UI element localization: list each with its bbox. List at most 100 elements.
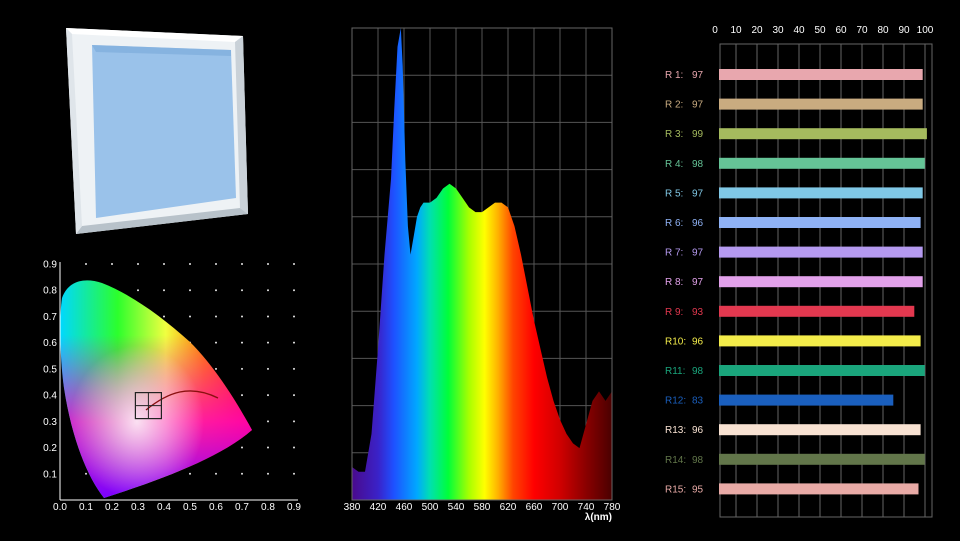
cie-grid-dot [267, 394, 269, 397]
cie-grid-dot [293, 341, 295, 344]
cri-value-label: 96 [692, 336, 704, 347]
cri-axis-tick: 20 [751, 25, 763, 36]
cie-x-tick: 0.2 [105, 502, 119, 513]
cri-category-label: R13: [665, 425, 686, 436]
spectrum-x-tick: 380 [344, 502, 361, 513]
cie-x-tick-labels: 0.0 0.1 0.2 0.3 0.4 0.5 0.6 0.7 0.8 0.9 [53, 502, 301, 513]
cie-grid-dot [267, 420, 269, 423]
cri-value-label: 97 [692, 100, 704, 111]
cie-y-tick: 0.3 [43, 417, 57, 428]
cie-x-tick: 0.7 [235, 502, 249, 513]
spectrum-chart: 380 420 460 500 540 580 620 660 700 740 780 λ(nm) [344, 27, 621, 523]
cri-value-label: 98 [692, 455, 704, 466]
cri-bar [719, 483, 919, 495]
cri-axis-tick: 60 [835, 25, 847, 36]
cie-grid-dot [267, 315, 269, 318]
cie-grid-dot [293, 446, 295, 449]
cie-x-tick: 0.0 [53, 502, 67, 513]
cri-value-label: 98 [692, 366, 704, 377]
cie-y-tick: 0.6 [43, 338, 57, 349]
cie-grid-dot [137, 263, 139, 265]
cie-grid-dot [241, 446, 243, 449]
cri-bar [719, 128, 927, 140]
cri-value-label: 97 [692, 70, 704, 81]
cie-x-tick: 0.8 [261, 502, 275, 513]
spectrum-x-tick: 460 [396, 502, 413, 513]
cie-x-tick: 0.4 [157, 502, 171, 513]
cie-grid-dot [215, 315, 217, 318]
spectrum-x-tick: 500 [422, 502, 439, 513]
cie-y-tick: 0.5 [43, 364, 57, 375]
cie-grid-dot [241, 394, 243, 397]
cri-category-label: R 1: [665, 70, 683, 81]
cie-grid-dot [137, 289, 139, 292]
cie-grid-dot [267, 446, 269, 449]
cie-grid-dot [267, 263, 269, 265]
spectrum-x-tick: 420 [370, 502, 387, 513]
cri-value-label: 97 [692, 188, 704, 199]
cie-x-tick: 0.3 [131, 502, 145, 513]
cie-grid-dot [111, 263, 113, 265]
cri-bar [719, 98, 923, 110]
cri-bar [719, 187, 923, 199]
cri-value-label: 93 [692, 307, 704, 318]
cri-bar [719, 276, 923, 288]
cie-grid-dot [215, 289, 217, 292]
cie-grid-dot [293, 289, 295, 292]
cri-axis-tick: 10 [730, 25, 742, 36]
cri-bar [719, 453, 925, 465]
cie-grid-dot [189, 263, 191, 265]
cri-bar [719, 394, 894, 406]
cri-value-label: 99 [692, 129, 704, 140]
cie-grid-dot [293, 263, 295, 265]
cri-category-label: R 4: [665, 159, 683, 170]
cie-y-tick: 0.9 [43, 260, 57, 271]
cri-bar [719, 365, 925, 376]
cie-grid-dot [293, 367, 295, 370]
cie-grid-dot [163, 289, 165, 292]
cri-category-label: R12: [665, 396, 686, 407]
spectrum-x-tick: 620 [500, 502, 517, 513]
cie-y-tick: 0.2 [43, 443, 57, 454]
cie-grid-dot [241, 263, 243, 265]
cri-category-label: R 6: [665, 218, 683, 229]
cie-x-tick: 0.9 [287, 502, 301, 513]
cie-grid-dot [215, 367, 217, 370]
cri-axis-tick: 70 [856, 25, 868, 36]
cie-grid-dot [215, 472, 217, 475]
cri-bar [719, 69, 923, 80]
spectrum-x-tick: 580 [474, 502, 491, 513]
spectrum-x-axis-label: λ(nm) [585, 512, 612, 523]
cie-grid-dot [241, 341, 243, 344]
cie-grid-dot [267, 472, 269, 475]
cri-category-label: R15: [665, 484, 686, 495]
cie-grid-dot [267, 289, 269, 292]
cie-grid-dot [215, 263, 217, 265]
cie-grid-dot [293, 315, 295, 318]
cri-labels: R 1: 97 R 2: 97 R 3: 99 R 4: 98 R 5: 97 R 6: 96 R 7:… [665, 70, 704, 495]
cri-value-label: 96 [692, 425, 704, 436]
spectrum-x-tick: 540 [448, 502, 465, 513]
cie-y-tick: 0.1 [43, 469, 57, 480]
cri-axis-tick: 50 [814, 25, 826, 36]
cri-category-label: R 9: [665, 307, 683, 318]
cie-y-tick-labels: 0.1 0.2 0.3 0.4 0.5 0.6 0.7 0.8 0.9 [43, 260, 57, 481]
cri-bar [719, 335, 921, 347]
cie-grid-dot [241, 289, 243, 292]
cri-category-label: R 2: [665, 100, 683, 111]
cri-category-label: R 7: [665, 248, 683, 259]
cie-grid-dot [293, 394, 295, 397]
chart-canvas: 0.0 0.1 0.2 0.3 0.4 0.5 0.6 0.7 0.8 0.9 0.1 0.2 0.3… [43, 25, 934, 523]
cri-axis-tick: 40 [793, 25, 805, 36]
cri-value-label: 97 [692, 248, 704, 259]
cri-value-label: 96 [692, 218, 704, 229]
cie-grid-dot [293, 472, 295, 475]
cri-category-label: R10: [665, 336, 686, 347]
cie-grid-dot [163, 263, 165, 265]
cie-x-tick: 0.6 [209, 502, 223, 513]
cie-grid-dot [85, 472, 87, 475]
cie-grid-dot [241, 367, 243, 370]
cri-bar [719, 305, 915, 317]
cri-bars [719, 69, 927, 495]
cie-grid-dot [189, 472, 191, 475]
